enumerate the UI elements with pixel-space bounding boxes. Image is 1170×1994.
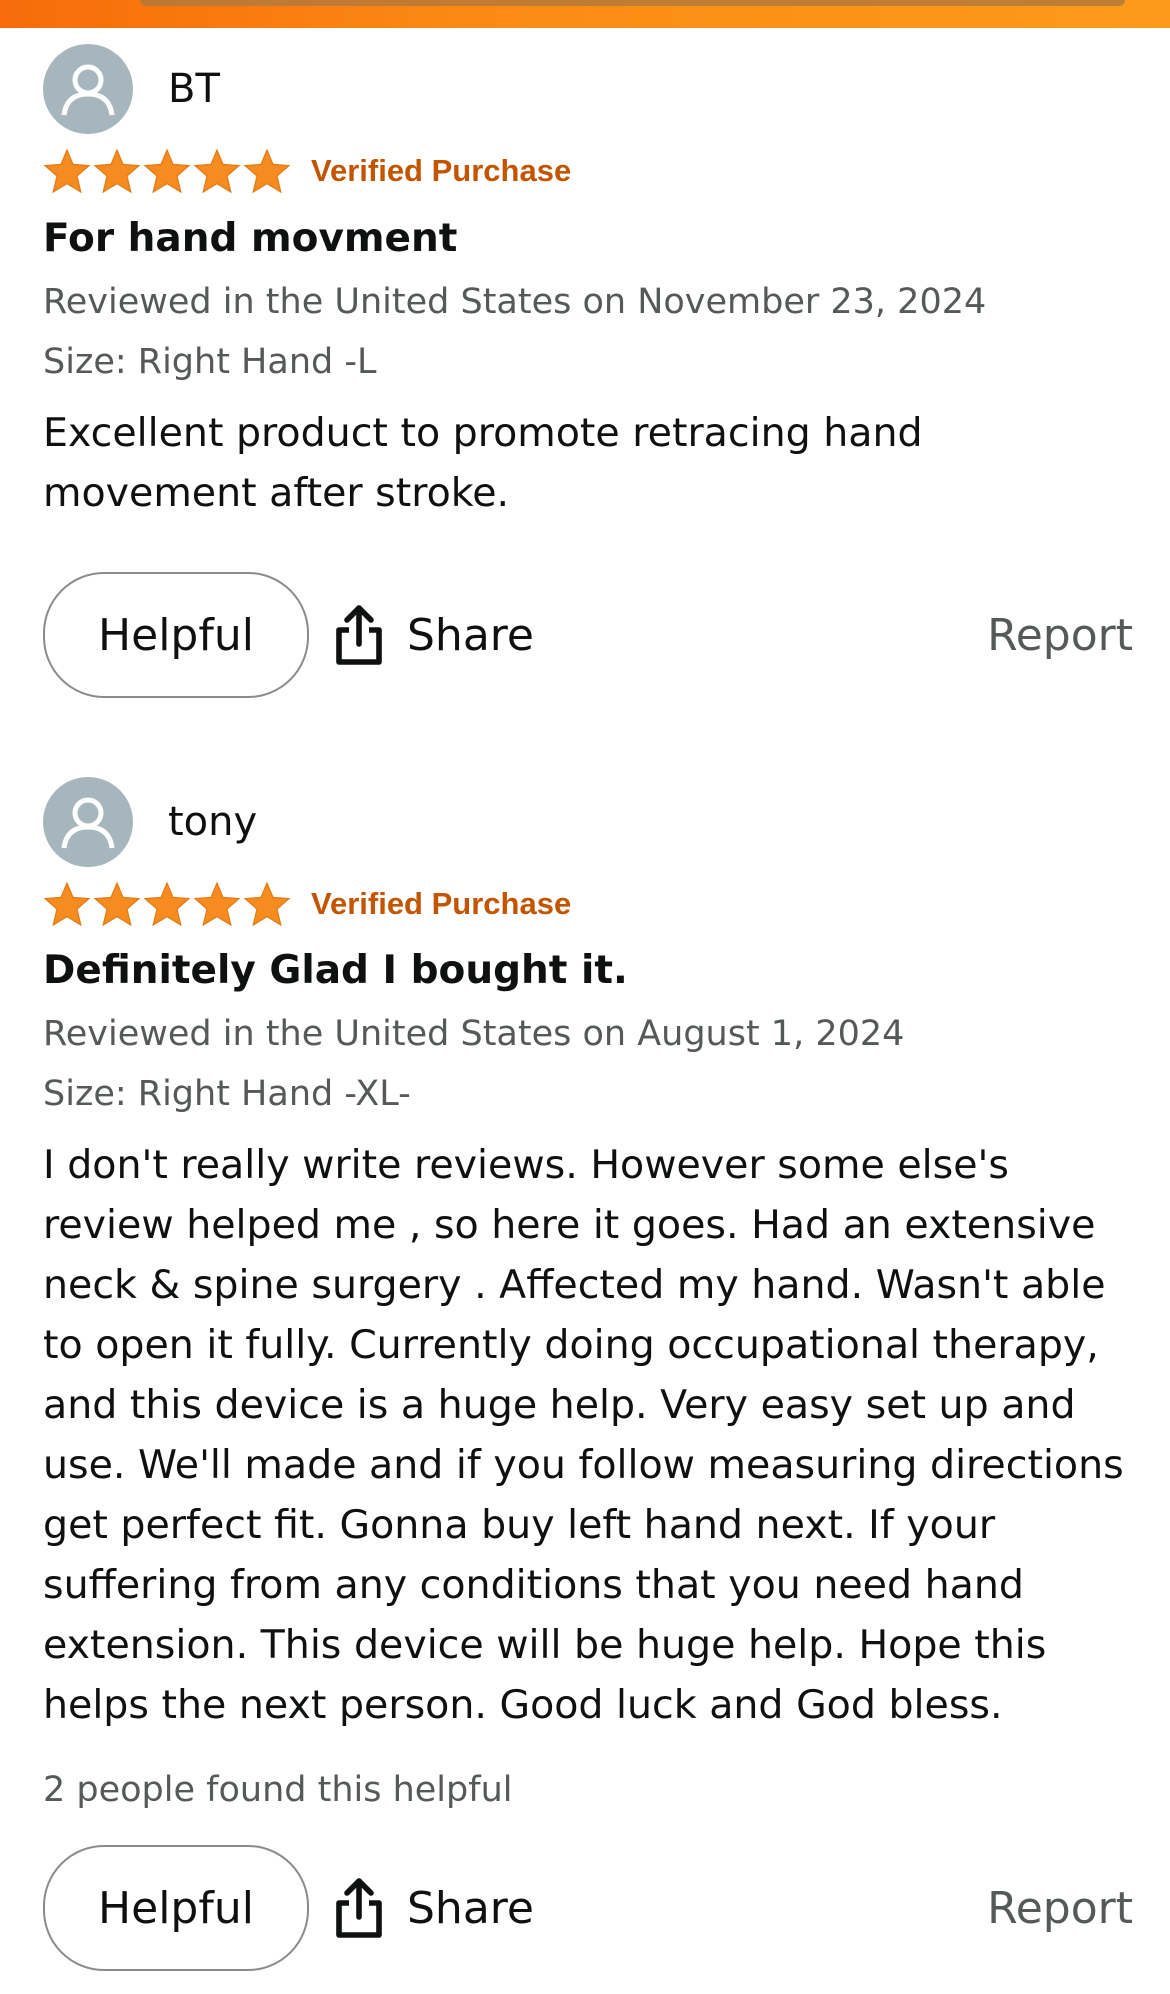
report-link[interactable]: Report xyxy=(987,572,1133,698)
star-icon xyxy=(193,148,241,194)
user-icon xyxy=(61,797,115,849)
header-bar xyxy=(0,0,1170,28)
star-rating[interactable] xyxy=(43,148,291,194)
rating-row: Verified Purchase xyxy=(43,148,571,194)
review-size: Size: Right Hand -XL- xyxy=(43,1074,411,1114)
review-title: For hand movment xyxy=(43,216,458,261)
review-actions: Helpful Share Report xyxy=(43,1845,1133,1971)
star-icon xyxy=(43,148,91,194)
star-icon xyxy=(193,881,241,927)
share-button[interactable]: Share xyxy=(333,572,534,698)
review-author[interactable]: BT xyxy=(43,44,220,134)
review-body: Excellent product to promote retracing h… xyxy=(43,410,923,516)
avatar xyxy=(43,777,133,867)
report-link[interactable]: Report xyxy=(987,1845,1133,1971)
author-name: tony xyxy=(168,799,258,845)
helpful-button[interactable]: Helpful xyxy=(43,1845,309,1971)
star-icon xyxy=(243,881,291,927)
helpful-count: 2 people found this helpful xyxy=(43,1770,513,1810)
review-author[interactable]: tony xyxy=(43,777,257,867)
star-icon xyxy=(143,881,191,927)
star-icon xyxy=(243,148,291,194)
author-name: BT xyxy=(168,66,220,112)
share-button[interactable]: Share xyxy=(333,1845,534,1971)
review-title: Definitely Glad I bought it. xyxy=(43,948,628,993)
avatar xyxy=(43,44,133,134)
share-label: Share xyxy=(407,609,534,661)
star-icon xyxy=(93,148,141,194)
share-icon xyxy=(336,605,382,665)
user-icon xyxy=(61,64,115,116)
search-bar-edge xyxy=(140,0,1125,6)
review-body: I don't really write reviews. However so… xyxy=(43,1142,1124,1728)
review-size: Size: Right Hand -L xyxy=(43,342,377,382)
star-icon xyxy=(43,881,91,927)
helpful-button[interactable]: Helpful xyxy=(43,572,309,698)
review-date: Reviewed in the United States on August … xyxy=(43,1014,905,1054)
review-date: Reviewed in the United States on Novembe… xyxy=(43,282,987,322)
share-icon xyxy=(336,1878,382,1938)
rating-row: Verified Purchase xyxy=(43,881,571,927)
review-actions: Helpful Share Report xyxy=(43,572,1133,698)
verified-purchase-badge: Verified Purchase xyxy=(311,153,572,188)
star-icon xyxy=(93,881,141,927)
share-label: Share xyxy=(407,1882,534,1934)
verified-purchase-badge: Verified Purchase xyxy=(311,886,572,921)
star-rating[interactable] xyxy=(43,881,291,927)
star-icon xyxy=(143,148,191,194)
